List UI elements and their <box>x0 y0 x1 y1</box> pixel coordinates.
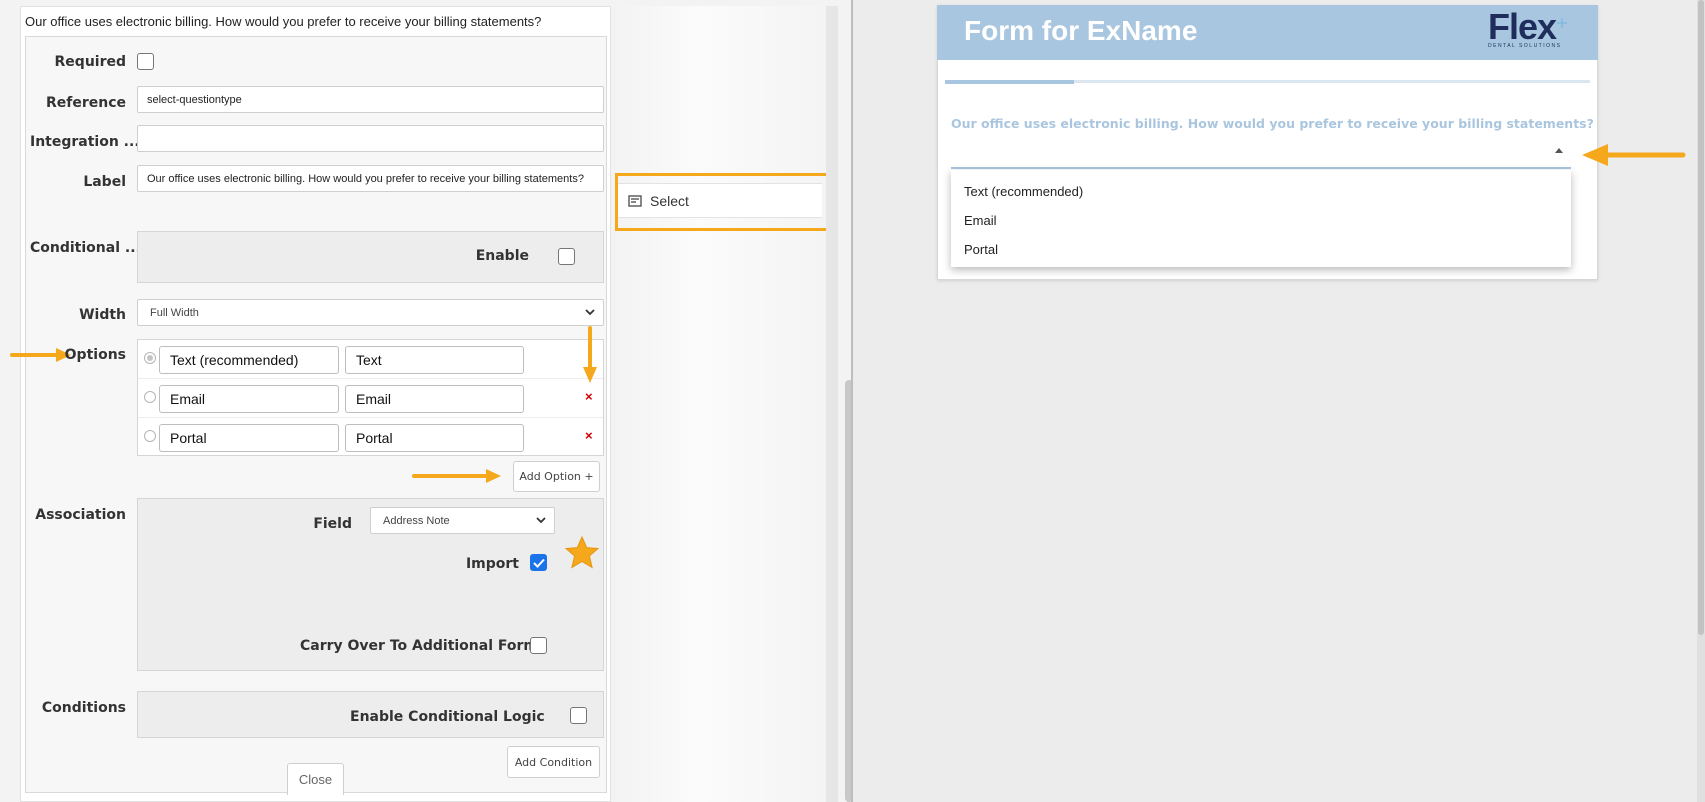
required-checkbox[interactable] <box>137 53 154 70</box>
close-button[interactable]: Close <box>287 763 344 795</box>
arrow-down-icon <box>583 326 597 383</box>
option-default-radio[interactable] <box>144 391 156 403</box>
label-field-label: Label <box>83 174 126 190</box>
preview-scrollbar-thumb[interactable] <box>1698 0 1704 635</box>
field-label: Field <box>313 516 352 532</box>
field-select[interactable]: Address Note <box>370 507 555 534</box>
chevron-down-icon <box>585 309 595 316</box>
toolbox-scrollbar[interactable] <box>826 6 838 802</box>
reference-input[interactable]: select-questiontype <box>137 86 604 113</box>
add-condition-button[interactable]: Add Condition <box>507 746 600 778</box>
dropdown-menu: Text (recommended) Email Portal <box>951 170 1571 267</box>
dropdown-option[interactable]: Text (recommended) <box>951 177 1571 206</box>
option-default-radio[interactable] <box>144 352 156 364</box>
arrow-right-icon <box>412 469 501 483</box>
add-option-button[interactable]: Add Option + <box>513 461 600 492</box>
flex-logo: Flex DENTAL SOLUTIONS <box>1488 6 1562 50</box>
highlight-box <box>615 173 829 231</box>
logo-text: Flex <box>1488 6 1557 47</box>
reference-label: Reference <box>45 95 126 111</box>
enable-conditional-logic-checkbox[interactable] <box>570 707 587 724</box>
dropdown-option[interactable]: Portal <box>951 235 1571 264</box>
conditional-label: Conditional ... <box>30 240 141 256</box>
remove-option-button[interactable]: × <box>585 389 593 404</box>
association-label: Association <box>35 507 126 523</box>
star-icon <box>564 535 600 569</box>
carry-over-label: Carry Over To Additional Forms <box>300 638 547 654</box>
remove-option-button[interactable]: × <box>585 428 593 443</box>
import-checkbox[interactable] <box>530 554 547 571</box>
progress-bar-fill <box>945 80 1074 84</box>
editor-question-title: Our office uses electronic billing. How … <box>25 14 542 29</box>
required-label: Required <box>54 54 126 70</box>
caret-up-icon[interactable] <box>1555 148 1563 153</box>
conditions-label: Conditions <box>41 700 126 716</box>
option-default-radio[interactable] <box>144 430 156 442</box>
option-label-input[interactable]: Text (recommended) <box>159 346 339 374</box>
option-value-input[interactable]: Text <box>345 346 524 374</box>
width-label: Width <box>79 307 126 323</box>
logo-subtitle: DENTAL SOLUTIONS <box>1488 43 1562 49</box>
width-select[interactable]: Full Width <box>137 299 604 326</box>
enable-logic-label: Enable Conditional Logic <box>350 709 545 725</box>
conditional-enable-checkbox[interactable] <box>558 248 575 265</box>
check-icon <box>532 558 545 568</box>
form-title: Form for ExName <box>964 15 1198 46</box>
width-select-value: Full Width <box>150 306 199 319</box>
chevron-down-icon <box>536 517 546 524</box>
arrow-left-icon <box>1582 144 1686 166</box>
field-select-value: Address Note <box>383 514 450 527</box>
toolbox-panel <box>614 6 826 802</box>
label-input[interactable]: Our office uses electronic billing. How … <box>137 165 604 192</box>
preview-dropdown[interactable] <box>951 167 1571 169</box>
integration-label: Integration ... <box>30 134 140 150</box>
conditional-box <box>137 231 604 283</box>
option-label-input[interactable]: Email <box>159 385 339 413</box>
carry-over-checkbox[interactable] <box>530 637 547 654</box>
option-value-input[interactable]: Portal <box>345 424 524 452</box>
option-label-input[interactable]: Portal <box>159 424 339 452</box>
option-value-input[interactable]: Email <box>345 385 524 413</box>
options-label: Options <box>64 347 126 363</box>
enable-label: Enable <box>475 248 529 264</box>
logo-sparkle-icon <box>1557 18 1567 28</box>
preview-question: Our office uses electronic billing. How … <box>951 116 1594 131</box>
dropdown-option[interactable]: Email <box>951 206 1571 235</box>
integration-input[interactable] <box>137 125 604 152</box>
import-label: Import <box>465 556 519 572</box>
